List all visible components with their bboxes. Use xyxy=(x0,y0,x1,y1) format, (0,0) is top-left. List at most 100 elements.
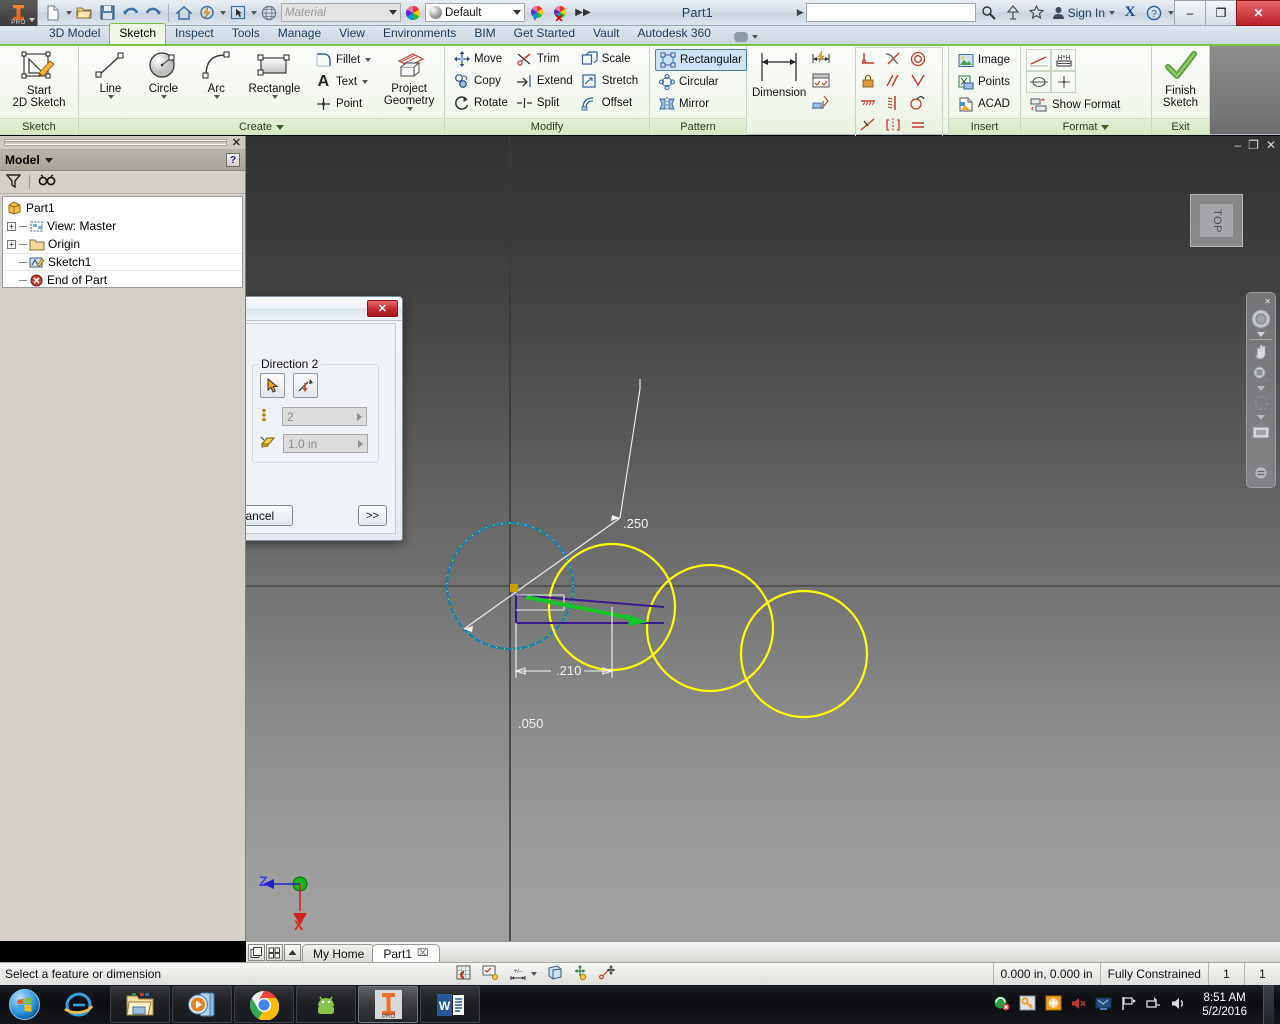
arc-button[interactable]: Arc xyxy=(190,49,243,99)
tab-vault[interactable]: Vault xyxy=(584,24,628,44)
constraint-settings-icon[interactable] xyxy=(808,69,834,91)
look-at-icon[interactable] xyxy=(1250,422,1272,442)
dimension-button[interactable]: Dimension xyxy=(752,47,806,99)
circle-button[interactable]: Circle xyxy=(137,49,190,99)
cascade-windows-icon[interactable] xyxy=(266,944,283,961)
close-icon[interactable]: ⌧ xyxy=(417,948,429,959)
maximize-button[interactable]: ❐ xyxy=(1205,0,1236,26)
chevron-down-icon[interactable] xyxy=(1109,10,1115,15)
move-sketch-icon[interactable] xyxy=(573,965,590,983)
spinner-arrow-icon[interactable] xyxy=(354,435,367,452)
parallel-icon[interactable] xyxy=(881,70,906,92)
direction-2-count-input[interactable]: 2 xyxy=(282,407,367,426)
copy-button[interactable]: Copy xyxy=(450,70,512,92)
chevron-down-icon[interactable] xyxy=(531,972,538,976)
finish-sketch-button[interactable]: Finish Sketch xyxy=(1157,49,1204,109)
chevron-down-icon[interactable] xyxy=(271,95,278,99)
symmetric-icon[interactable] xyxy=(881,114,906,136)
search-input[interactable] xyxy=(805,3,976,22)
chevron-down-icon[interactable] xyxy=(107,95,114,99)
flag-icon[interactable] xyxy=(1121,996,1137,1014)
browser-close-button[interactable]: ✕ xyxy=(227,136,241,149)
point-button[interactable]: Point xyxy=(311,93,375,115)
construction-toggle-icon[interactable] xyxy=(599,965,617,983)
shield-icon[interactable] xyxy=(1045,995,1062,1014)
dimension-label-vertical-offset[interactable]: .050 xyxy=(518,716,543,731)
fillet-button[interactable]: Fillet xyxy=(311,49,375,71)
slice-graphics-icon[interactable] xyxy=(546,965,564,983)
tree-node-part1[interactable]: Part1 xyxy=(3,199,242,217)
snap-grid-icon[interactable] xyxy=(456,965,473,983)
save-icon[interactable] xyxy=(96,2,118,24)
tab-3d-model[interactable]: 3D Model xyxy=(40,24,109,44)
network-icon[interactable] xyxy=(1146,996,1162,1014)
taskbar-android-studio[interactable] xyxy=(296,986,356,1023)
orbit-icon[interactable] xyxy=(1251,393,1272,413)
circular-pattern-button[interactable]: Circular xyxy=(655,71,747,93)
chevron-down-icon[interactable] xyxy=(362,80,369,84)
rectangular-pattern-dialog[interactable]: Rectangular Pattern ✕ Geometry Direction… xyxy=(246,296,403,541)
spinner-arrow-icon[interactable] xyxy=(353,408,366,425)
split-button[interactable]: Split xyxy=(512,92,577,114)
tab-tools[interactable]: Tools xyxy=(223,24,269,44)
acad-button[interactable]: ACAD xyxy=(954,93,1014,115)
pan-icon[interactable] xyxy=(1251,342,1271,362)
chevron-down-icon[interactable] xyxy=(66,10,72,15)
tab-view[interactable]: View xyxy=(330,24,374,44)
dialog-title-bar[interactable]: Rectangular Pattern ✕ xyxy=(246,297,402,321)
image-button[interactable]: Image xyxy=(954,49,1014,71)
material-combo[interactable]: Material xyxy=(281,3,401,22)
chevron-down-icon[interactable] xyxy=(406,107,413,111)
dimension-visibility-icon[interactable] xyxy=(482,965,500,983)
tangent-icon[interactable] xyxy=(881,48,906,70)
clear-appearance-icon[interactable] xyxy=(549,2,571,24)
mesh-sphere-icon[interactable] xyxy=(258,2,280,24)
expander-icon[interactable]: + xyxy=(7,239,16,249)
center-point-icon[interactable] xyxy=(1051,71,1076,93)
cloud-options-button[interactable] xyxy=(733,32,758,44)
line-button[interactable]: Line xyxy=(84,49,137,99)
navbar-options-icon[interactable] xyxy=(1254,466,1268,483)
dialog-close-button[interactable]: ✕ xyxy=(367,300,398,317)
points-button[interactable]: Points xyxy=(954,71,1014,93)
new-icon[interactable] xyxy=(42,2,64,24)
search-icon[interactable] xyxy=(978,2,1000,24)
auto-dimension-icon[interactable] xyxy=(808,47,834,69)
network-error-icon[interactable] xyxy=(993,995,1010,1014)
chevron-down-icon[interactable] xyxy=(276,124,285,130)
rectangle-button[interactable]: Rectangle xyxy=(243,49,306,99)
scale-button[interactable]: Scale xyxy=(577,48,642,70)
update-icon[interactable] xyxy=(196,2,218,24)
search-dropdown-icon[interactable]: ▶ xyxy=(797,7,804,18)
browser-drag-handle[interactable]: ✕ xyxy=(0,136,245,150)
scroll-up-icon[interactable] xyxy=(284,944,301,961)
show-format-button[interactable]: Show Format xyxy=(1026,94,1124,116)
doc-minimize-button[interactable]: – xyxy=(1234,138,1241,152)
taskbar-clock[interactable]: 8:51 AM 5/2/2016 xyxy=(1195,991,1254,1019)
extend-button[interactable]: Extend xyxy=(512,70,577,92)
driven-dimension-icon[interactable]: H*H xyxy=(1051,49,1076,71)
chevron-down-icon[interactable] xyxy=(251,10,257,15)
perpendicular-icon[interactable] xyxy=(856,48,881,70)
favorites-star-icon[interactable] xyxy=(1026,2,1048,24)
satellite-icon[interactable] xyxy=(1002,2,1024,24)
tree-node-origin[interactable]: + Origin xyxy=(3,235,242,253)
direction-2-spacing-input[interactable]: 1.0 in xyxy=(283,434,368,453)
coincident-icon[interactable] xyxy=(906,70,931,92)
minimize-button[interactable]: – xyxy=(1174,0,1205,26)
tab-environments[interactable]: Environments xyxy=(374,24,465,44)
viewcube[interactable]: TOP xyxy=(1190,194,1243,247)
doc-restore-button[interactable]: ❐ xyxy=(1248,138,1259,152)
chevron-down-icon[interactable] xyxy=(220,10,226,15)
tree-node-view-master[interactable]: + View: Master xyxy=(3,217,242,235)
zoom-icon[interactable] xyxy=(1251,364,1271,384)
expand-more-button[interactable]: >> xyxy=(358,505,387,526)
chevron-down-icon[interactable] xyxy=(160,95,167,99)
construction-line-icon[interactable] xyxy=(1026,49,1051,71)
centerline-icon[interactable] xyxy=(1026,71,1051,93)
tab-sketch[interactable]: Sketch xyxy=(109,23,167,44)
chevron-down-icon[interactable] xyxy=(44,157,53,163)
doc-close-button[interactable]: ✕ xyxy=(1266,138,1276,152)
home-icon[interactable] xyxy=(173,2,195,24)
appearance-combo[interactable]: Default xyxy=(425,3,525,22)
